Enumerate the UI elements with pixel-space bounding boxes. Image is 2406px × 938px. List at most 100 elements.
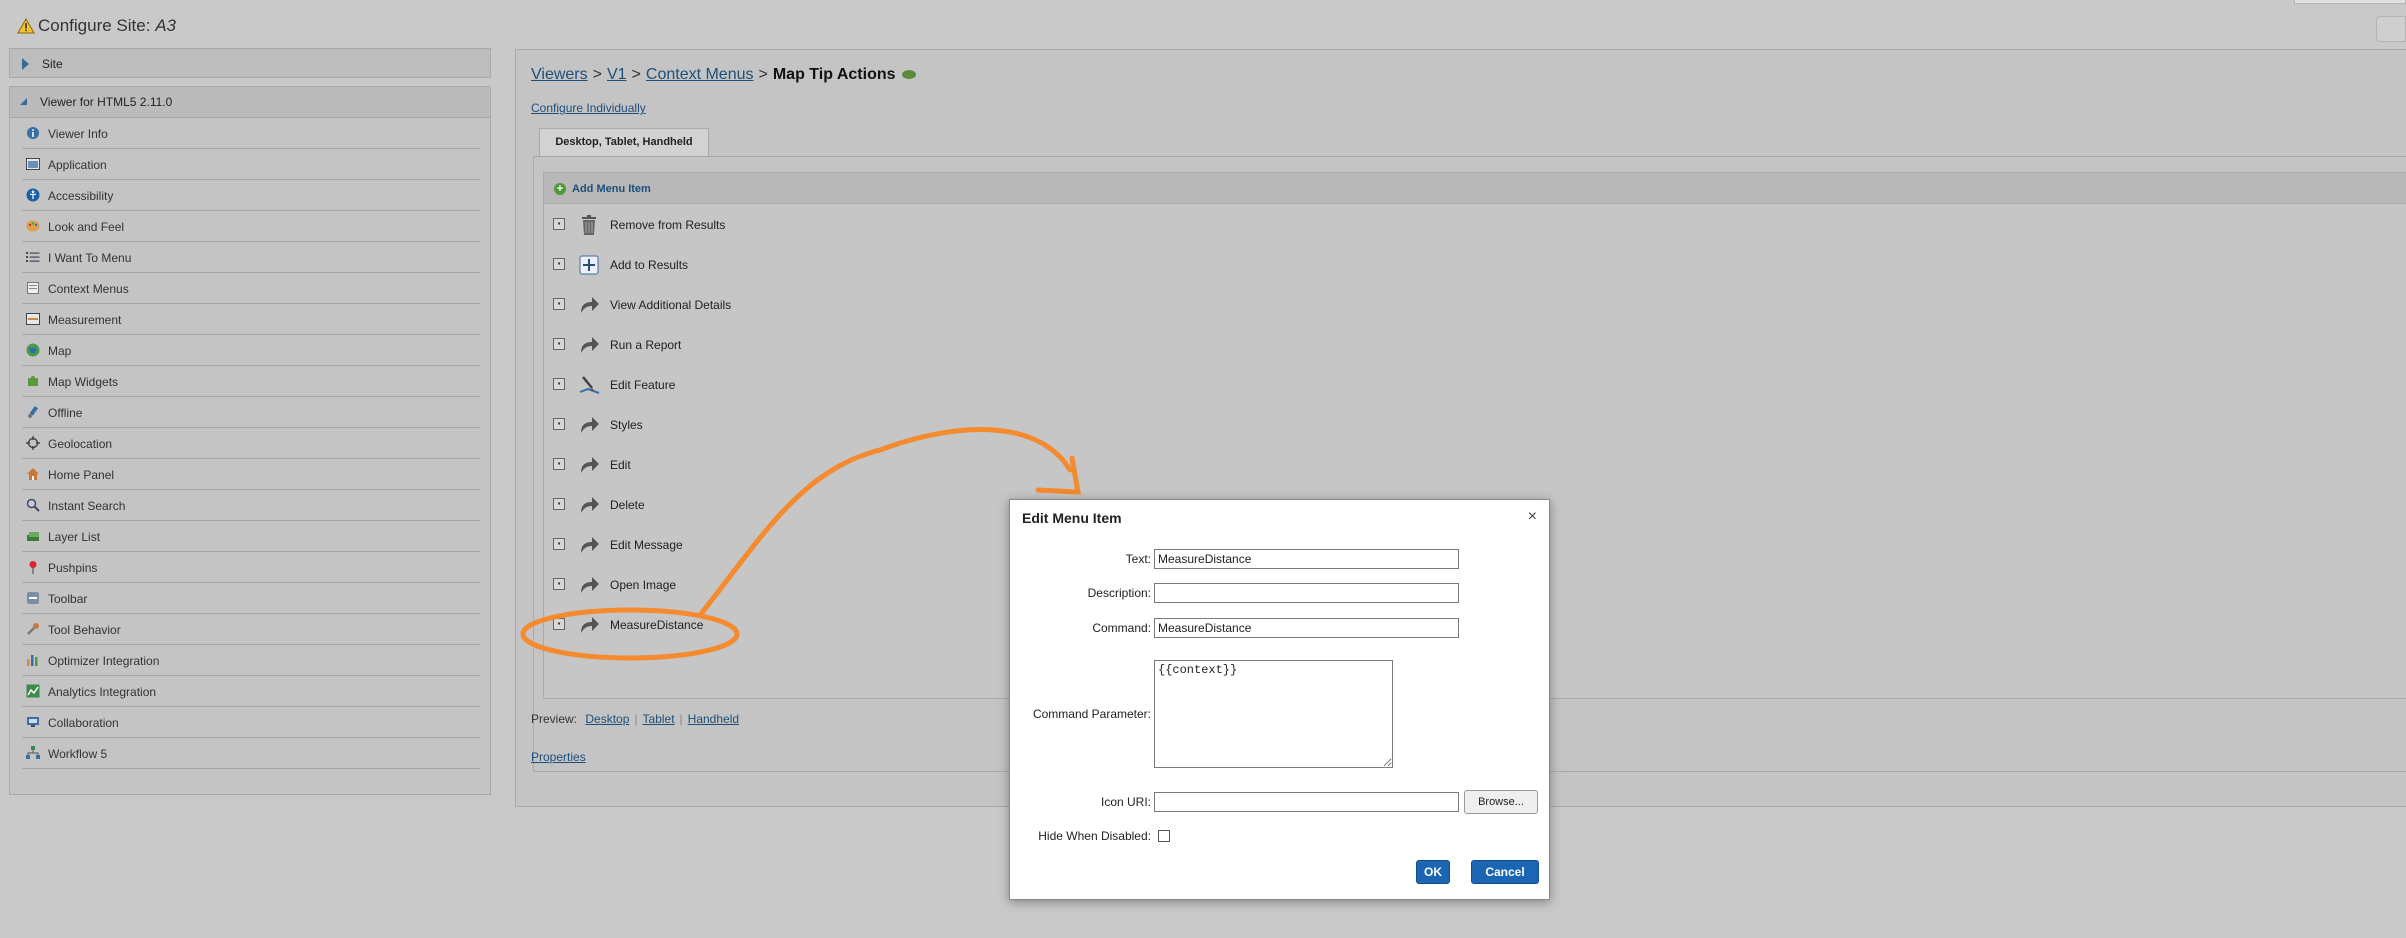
sidebar-item-label: Application [48, 158, 107, 172]
sidebar-item-geolocation[interactable]: Geolocation [22, 428, 480, 459]
preview-handheld-link[interactable]: Handheld [683, 712, 744, 726]
sidebar-item-collaboration[interactable]: Collaboration [22, 707, 480, 738]
sidebar-item-measurement[interactable]: Measurement [22, 304, 480, 335]
sidebar-item-workflow-5[interactable]: Workflow 5 [22, 738, 480, 769]
globe-icon [26, 343, 40, 357]
expand-toggle-icon[interactable]: ▪ [553, 498, 565, 510]
pushpin-icon [26, 560, 40, 574]
trash-icon [578, 214, 600, 236]
sidebar-item-label: Look and Feel [48, 220, 125, 234]
sidebar-item-home-panel[interactable]: Home Panel [22, 459, 480, 490]
title-bar: Configure Site: A3 [0, 0, 2406, 46]
menu-item-label[interactable]: Edit Message [610, 538, 683, 552]
command-parameter-textarea[interactable]: {{context}} [1154, 660, 1393, 768]
sidebar-item-map[interactable]: Map [22, 335, 480, 366]
viewer-header[interactable]: Viewer for HTML5 2.11.0 [10, 87, 490, 118]
sidebar-item-offline[interactable]: Offline [22, 397, 480, 428]
toolbar-icon [26, 591, 40, 605]
expand-toggle-icon[interactable]: ▪ [553, 338, 565, 350]
breadcrumb-separator: > [592, 66, 602, 83]
menu-item-row[interactable]: ▪ Edit [544, 446, 2406, 486]
dialog-title: Edit Menu Item [1022, 510, 1122, 526]
edit-feature-icon [578, 374, 600, 396]
menu-item-label[interactable]: MeasureDistance [610, 618, 703, 632]
sidebar-item-analytics-integration[interactable]: Analytics Integration [22, 676, 480, 707]
sidebar-item-viewer-info[interactable]: Viewer Info [22, 118, 480, 149]
menu-item-row[interactable]: ▪ View Additional Details [544, 286, 2406, 326]
expand-toggle-icon[interactable]: ▪ [553, 578, 565, 590]
cancel-button[interactable]: Cancel [1471, 860, 1539, 884]
breadcrumb-v1[interactable]: V1 [607, 66, 627, 83]
menu-item-label[interactable]: Run a Report [610, 338, 681, 352]
menu-item-row[interactable]: ▪ Edit Feature [544, 366, 2406, 406]
viewer-label: Viewer for HTML5 2.11.0 [40, 95, 173, 109]
sidebar-item-context-menus[interactable]: Context Menus [22, 273, 480, 304]
sidebar-item-application[interactable]: Application [22, 149, 480, 180]
collaboration-icon [26, 715, 40, 729]
menu-item-row[interactable]: ▪ Run a Report [544, 326, 2406, 366]
command-parameter-label: Command Parameter: [1032, 707, 1151, 721]
menu-item-row[interactable]: ▪ Styles [544, 406, 2406, 446]
sidebar-item-label: I Want To Menu [48, 251, 132, 265]
expand-toggle-icon[interactable]: ▪ [553, 378, 565, 390]
add-menu-item-button[interactable]: Add Menu Item [572, 183, 651, 195]
sidebar-item-toolbar[interactable]: Toolbar [22, 583, 480, 614]
add-icon[interactable]: + [554, 183, 566, 195]
expand-toggle-icon[interactable]: ▪ [553, 618, 565, 630]
browse-button[interactable]: Browse... [1464, 790, 1538, 814]
arrow-icon [578, 334, 600, 356]
sidebar-item-layer-list[interactable]: Layer List [22, 521, 480, 552]
breadcrumb-viewers[interactable]: Viewers [531, 66, 588, 83]
site-section[interactable]: Site [9, 48, 491, 78]
menu-item-row[interactable]: ▪ Remove from Results [544, 206, 2406, 246]
sidebar-item-tool-behavior[interactable]: Tool Behavior [22, 614, 480, 645]
sidebar-item-label: Collaboration [48, 716, 119, 730]
properties-link[interactable]: Properties [531, 750, 586, 764]
sidebar-item-label: Pushpins [48, 561, 98, 575]
preview-eye-icon[interactable] [901, 70, 916, 80]
menu-item-label[interactable]: Edit [610, 458, 631, 472]
menu-item-label[interactable]: Edit Feature [610, 378, 675, 392]
bar-chart-icon [26, 653, 40, 667]
sidebar-item-i-want-to-menu[interactable]: I Want To Menu [22, 242, 480, 273]
expand-toggle-icon[interactable]: ▪ [553, 298, 565, 310]
expand-toggle-icon[interactable]: ▪ [553, 538, 565, 550]
sidebar-item-instant-search[interactable]: Instant Search [22, 490, 480, 521]
viewer-section: Viewer for HTML5 2.11.0 Viewer Info Appli… [9, 86, 491, 795]
expand-toggle-icon[interactable]: ▪ [553, 218, 565, 230]
configure-individually-link[interactable]: Configure Individually [531, 101, 646, 115]
breadcrumb-context-menus[interactable]: Context Menus [646, 66, 754, 83]
expand-toggle-icon[interactable]: ▪ [553, 258, 565, 270]
breadcrumb: Viewers > V1 > Context Menus > Map Tip Actions [531, 66, 916, 84]
menu-item-label[interactable]: Styles [610, 418, 643, 432]
expand-toggle-icon[interactable]: ▪ [553, 418, 565, 430]
icon-uri-input[interactable] [1154, 792, 1459, 812]
menu-item-label[interactable]: Delete [610, 498, 645, 512]
arrow-icon [578, 534, 600, 556]
text-input[interactable] [1154, 549, 1459, 569]
collapse-button[interactable] [2376, 16, 2406, 42]
close-icon[interactable]: × [1528, 508, 1537, 526]
preview-desktop-link[interactable]: Desktop [580, 712, 634, 726]
sidebar-item-look-and-feel[interactable]: Look and Feel [22, 211, 480, 242]
menu-item-label[interactable]: View Additional Details [610, 298, 731, 312]
top-tab[interactable] [2294, 0, 2406, 4]
menu-item-label[interactable]: Remove from Results [610, 218, 725, 232]
ok-button[interactable]: OK [1416, 860, 1450, 884]
home-icon [26, 467, 40, 481]
command-input[interactable] [1154, 618, 1459, 638]
description-input[interactable] [1154, 583, 1459, 603]
menu-item-row[interactable]: ▪ Add to Results [544, 246, 2406, 286]
tab-desktop-tablet-handheld[interactable]: Desktop, Tablet, Handheld [539, 128, 709, 156]
preview-tablet-link[interactable]: Tablet [638, 712, 680, 726]
sidebar-item-optimizer-integration[interactable]: Optimizer Integration [22, 645, 480, 676]
menu-item-label[interactable]: Open Image [610, 578, 676, 592]
hide-when-disabled-checkbox[interactable] [1158, 830, 1170, 842]
expand-toggle-icon[interactable]: ▪ [553, 458, 565, 470]
sidebar-item-pushpins[interactable]: Pushpins [22, 552, 480, 583]
arrow-icon [578, 614, 600, 636]
sidebar-item-accessibility[interactable]: Accessibility [22, 180, 480, 211]
sidebar-item-map-widgets[interactable]: Map Widgets [22, 366, 480, 397]
menu-item-label[interactable]: Add to Results [610, 258, 688, 272]
text-label: Text: [1125, 552, 1151, 566]
